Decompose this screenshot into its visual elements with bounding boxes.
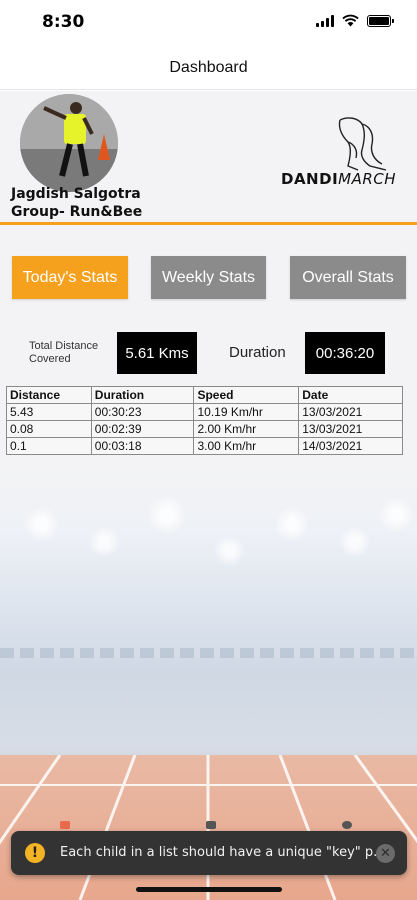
wifi-icon <box>342 14 359 27</box>
profile-section: Jagdish Salgotra Group- Run&Bee DANDIMAR… <box>0 91 417 224</box>
column-header-distance: Distance <box>6 386 92 404</box>
column-header-date: Date <box>298 386 403 404</box>
tab-weekly-stats[interactable]: Weekly Stats <box>151 256 266 299</box>
table-row: 0.1 00:03:18 3.00 Km/hr 14/03/2021 <box>6 437 403 455</box>
logo-text-bold: DANDI <box>281 170 339 188</box>
nav-header: Dashboard <box>0 46 417 90</box>
column-header-speed: Speed <box>193 386 300 404</box>
toast-message: Each child in a list should have a uniqu… <box>60 845 378 860</box>
user-name: Jagdish Salgotra <box>11 186 141 202</box>
cell-duration: 00:30:23 <box>90 403 195 421</box>
stadium-lights <box>0 470 417 650</box>
tab-bar-run-icon[interactable] <box>206 821 216 829</box>
dandi-march-logo: DANDIMARCH <box>278 114 396 192</box>
logo-text: DANDIMARCH <box>281 170 396 188</box>
cell-speed: 2.00 Km/hr <box>193 420 300 438</box>
user-group: Group- Run&Bee <box>11 204 143 220</box>
column-header-duration: Duration <box>90 386 195 404</box>
cell-date: 13/03/2021 <box>298 420 403 438</box>
table-row: 0.08 00:02:39 2.00 Km/hr 13/03/2021 <box>6 420 403 438</box>
tab-bar-home-icon[interactable] <box>60 821 70 829</box>
table-row: 5.43 00:30:23 10.19 Km/hr 13/03/2021 <box>6 403 403 421</box>
total-distance-label: Total Distance Covered <box>29 340 119 366</box>
cell-distance: 5.43 <box>6 403 92 421</box>
duration-value: 00:36:20 <box>305 332 385 374</box>
page-title: Dashboard <box>169 58 248 76</box>
stadium-stands <box>0 648 417 658</box>
total-distance-label-line1: Total Distance <box>29 340 99 352</box>
bottom-tab-bar <box>0 818 417 832</box>
total-distance-label-line2: Covered <box>29 353 71 365</box>
warning-icon: ! <box>25 843 45 863</box>
cell-distance: 0.08 <box>6 420 92 438</box>
cell-date: 13/03/2021 <box>298 403 403 421</box>
cell-duration: 00:03:18 <box>90 437 195 455</box>
cell-duration: 00:02:39 <box>90 420 195 438</box>
home-indicator[interactable] <box>136 887 282 892</box>
cell-date: 14/03/2021 <box>298 437 403 455</box>
tab-overall-stats[interactable]: Overall Stats <box>290 256 406 299</box>
status-bar: 8:30 <box>0 0 417 46</box>
status-time: 8:30 <box>42 12 85 32</box>
status-icons <box>316 14 394 27</box>
cell-distance: 0.1 <box>6 437 92 455</box>
battery-icon <box>367 14 394 27</box>
avatar[interactable] <box>20 94 118 192</box>
stats-table: Distance Duration Speed Date 5.43 00:30:… <box>6 386 403 455</box>
signal-icon <box>316 14 334 27</box>
cell-speed: 3.00 Km/hr <box>193 437 300 455</box>
tab-bar-profile-icon[interactable] <box>342 821 352 829</box>
logo-text-light: MARCH <box>338 170 397 188</box>
table-header-row: Distance Duration Speed Date <box>6 386 403 404</box>
total-distance-value: 5.61 Kms <box>117 332 197 374</box>
section-divider <box>0 222 417 225</box>
warning-toast[interactable]: ! Each child in a list should have a uni… <box>11 831 407 875</box>
tab-todays-stats[interactable]: Today's Stats <box>12 256 128 299</box>
duration-label: Duration <box>229 344 286 361</box>
cell-speed: 10.19 Km/hr <box>193 403 300 421</box>
close-icon[interactable]: ✕ <box>376 844 395 863</box>
